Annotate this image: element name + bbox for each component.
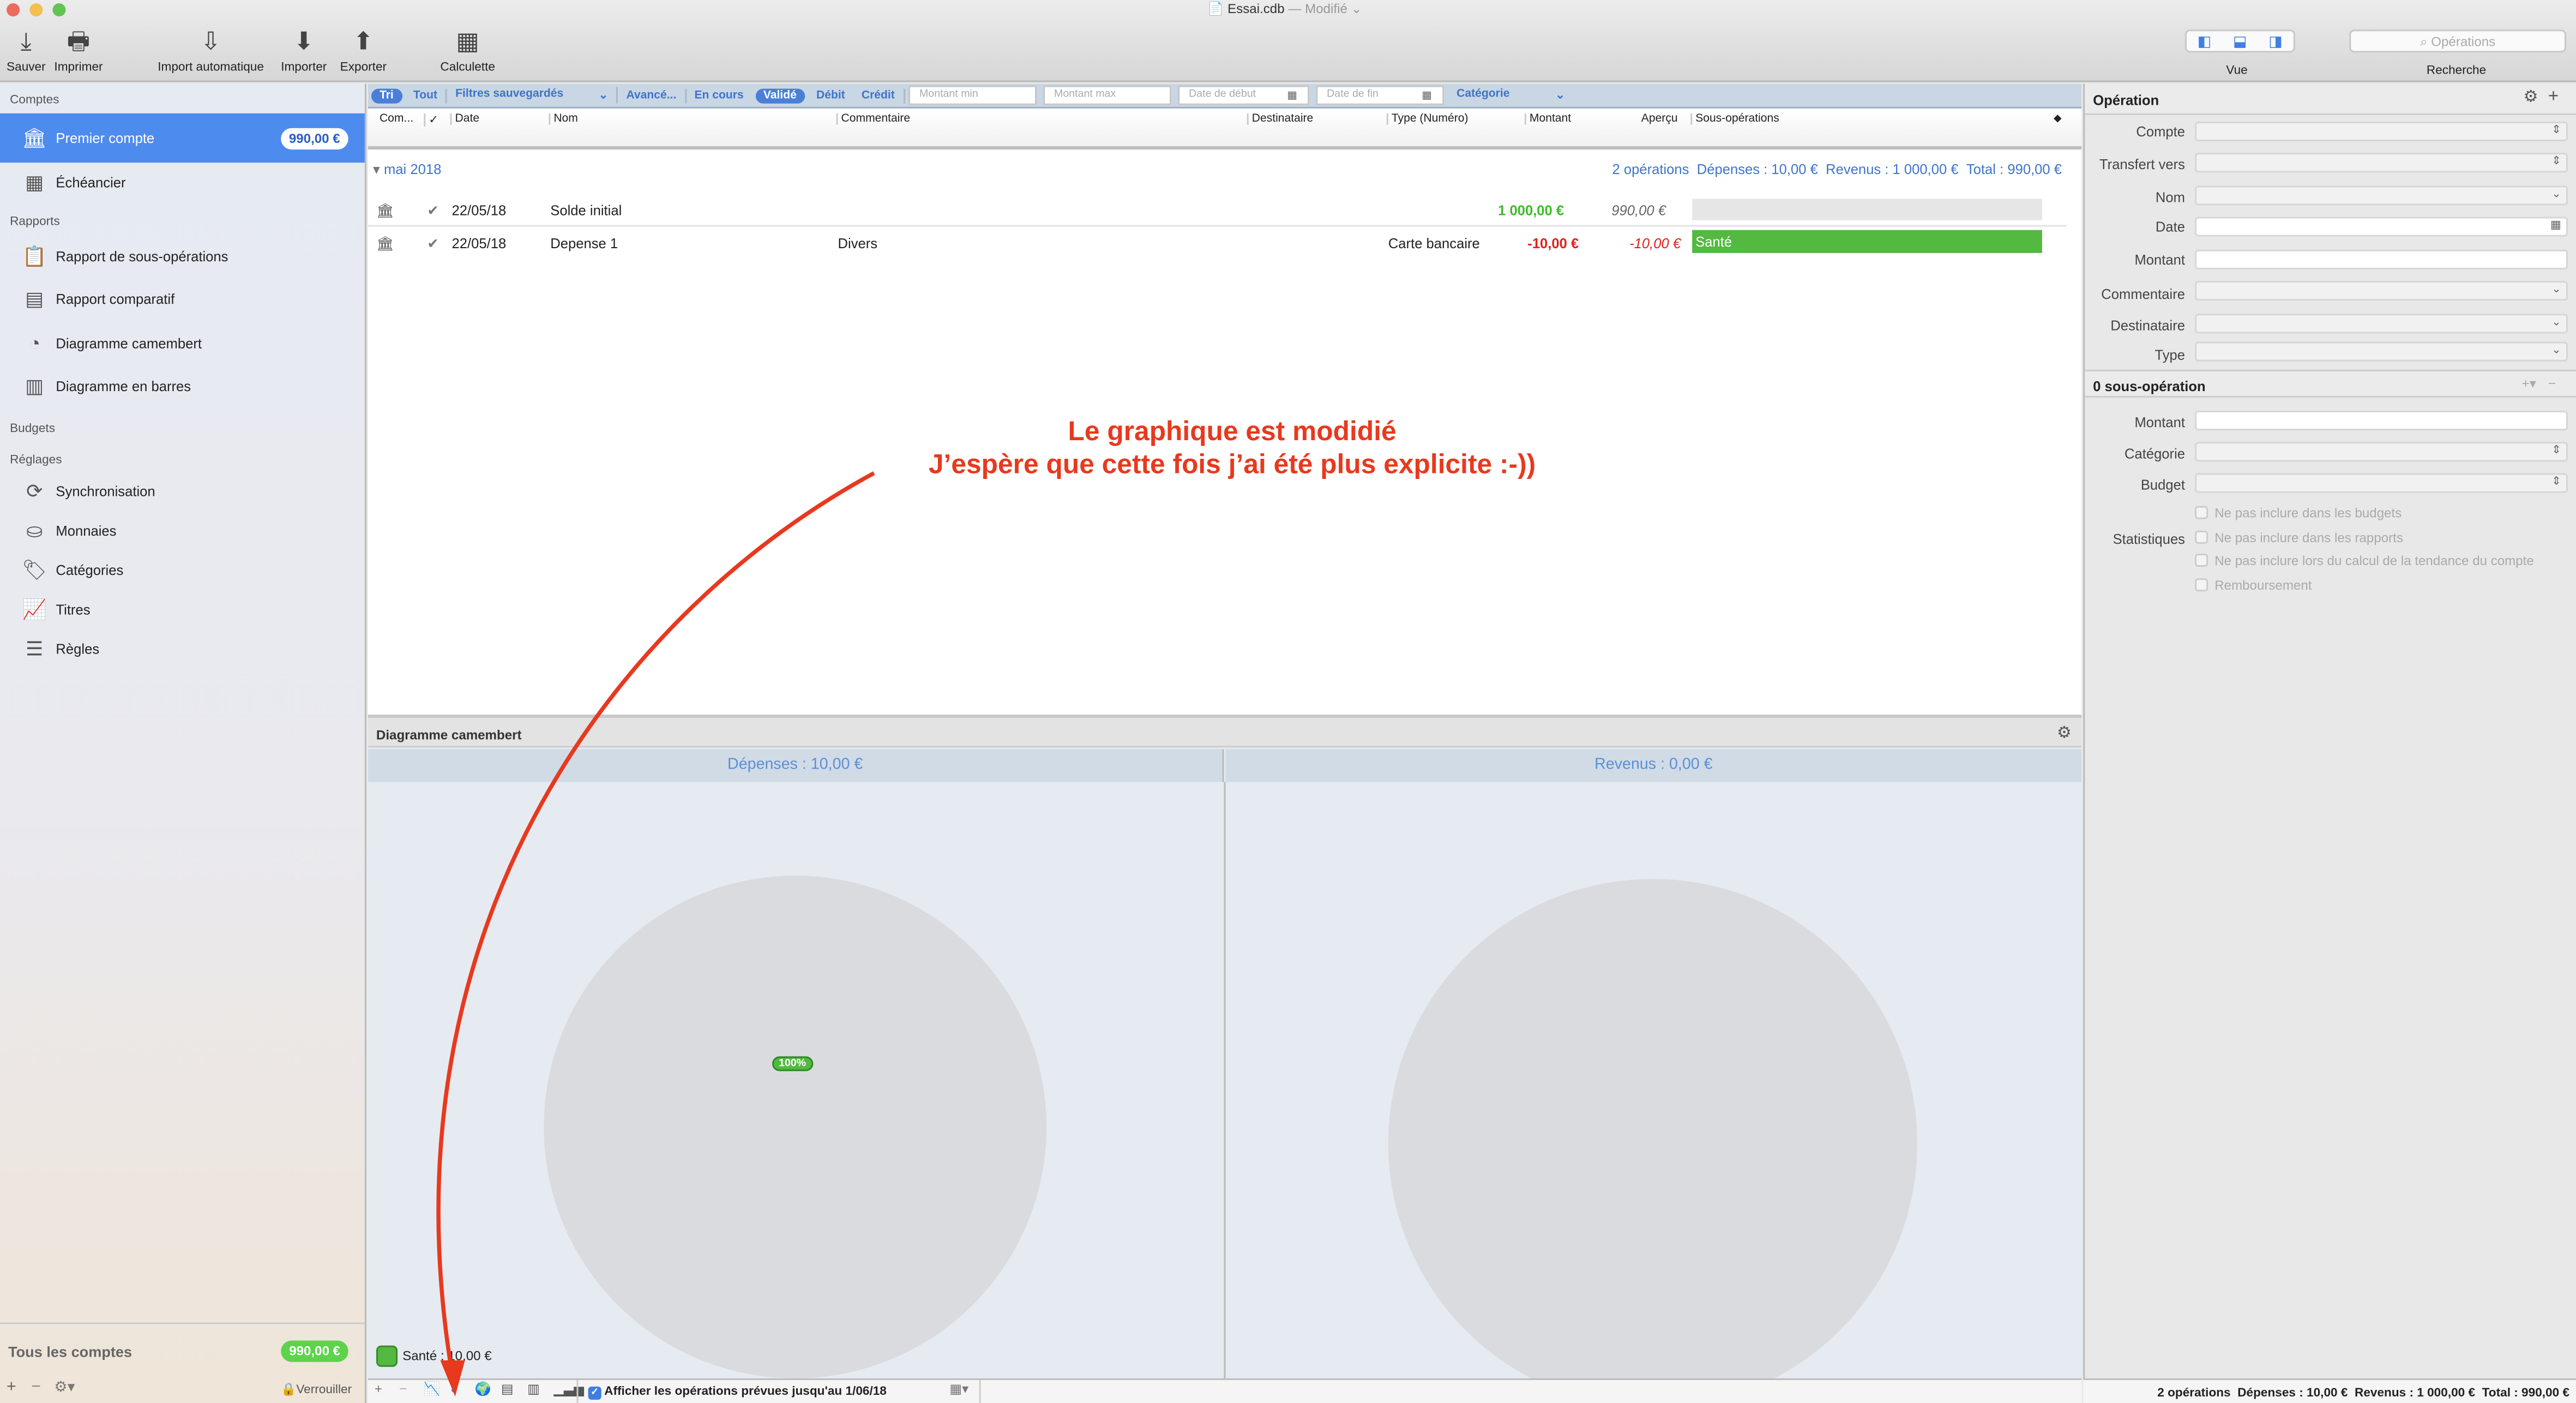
annotation-arrow (436, 471, 875, 1396)
arrow-head-icon (440, 1360, 465, 1396)
